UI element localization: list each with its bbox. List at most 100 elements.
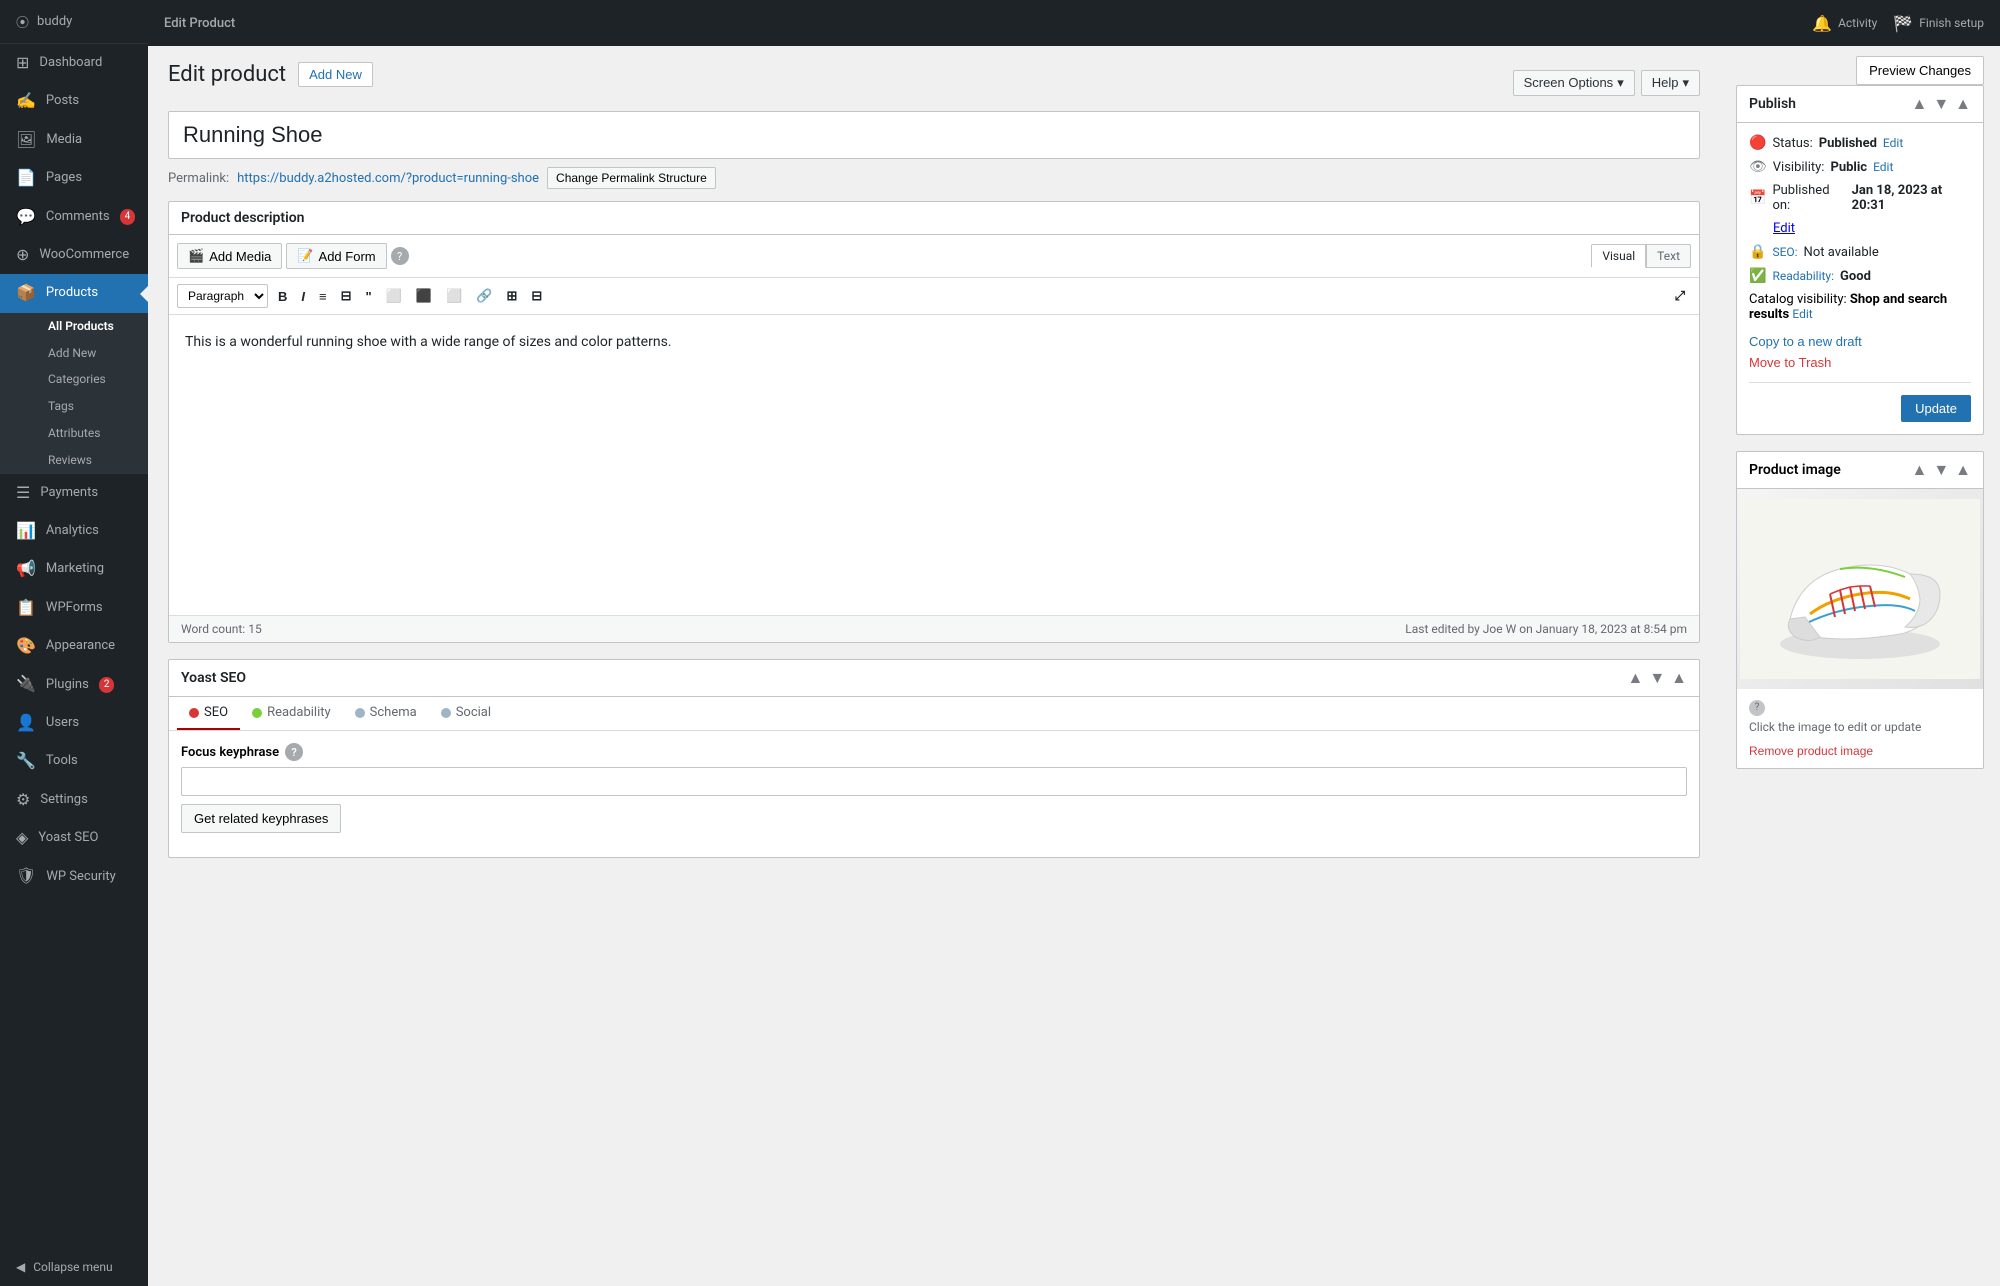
product-image-thumbnail[interactable] bbox=[1737, 489, 1983, 689]
sidebar-item-products[interactable]: 📦 Products bbox=[0, 274, 148, 312]
sidebar-item-wp-security[interactable]: 🛡 WP Security bbox=[0, 857, 148, 895]
sidebar-item-label: Appearance bbox=[46, 637, 115, 655]
sidebar-item-settings[interactable]: ⚙ Settings bbox=[0, 781, 148, 819]
focus-keyphrase-group: Focus keyphrase ? Get related keyphrases bbox=[181, 743, 1687, 833]
collapse-menu[interactable]: ◀ Collapse menu bbox=[0, 1248, 148, 1286]
sidebar-item-appearance[interactable]: 🎨 Appearance bbox=[0, 627, 148, 665]
image-collapse-up-icon[interactable]: ▲ bbox=[1911, 460, 1927, 480]
sidebar-subitem-reviews[interactable]: Reviews bbox=[32, 447, 148, 474]
sidebar-item-dashboard[interactable]: ⊞ Dashboard bbox=[0, 44, 148, 82]
sidebar-item-wpforms[interactable]: 📋 WPForms bbox=[0, 589, 148, 627]
add-new-button[interactable]: Add New bbox=[298, 62, 373, 87]
yoast-tab-schema[interactable]: Schema bbox=[343, 697, 429, 730]
keyphrase-help-icon[interactable]: ? bbox=[285, 743, 303, 761]
yoast-tab-seo[interactable]: SEO bbox=[177, 697, 240, 730]
screen-options-button[interactable]: Screen Options ▾ bbox=[1513, 70, 1635, 96]
sidebar-item-woocommerce[interactable]: ⊕ WooCommerce bbox=[0, 236, 148, 274]
publish-box-header[interactable]: Publish ▲ ▼ ▲ bbox=[1737, 86, 1983, 123]
status-edit-link[interactable]: Edit bbox=[1883, 136, 1903, 150]
remove-product-image-button[interactable]: Remove product image bbox=[1737, 744, 1885, 768]
sidebar-item-plugins[interactable]: 🔌 Plugins 2 bbox=[0, 665, 148, 703]
focus-keyphrase-input[interactable] bbox=[181, 767, 1687, 796]
add-form-label: Add Form bbox=[319, 249, 376, 264]
image-collapse-down-icon[interactable]: ▼ bbox=[1933, 460, 1949, 480]
bold-button[interactable]: B bbox=[272, 285, 293, 308]
visibility-edit-link[interactable]: Edit bbox=[1873, 160, 1893, 174]
editor-content[interactable]: This is a wonderful running shoe with a … bbox=[169, 315, 1699, 615]
publish-collapse-up-icon[interactable]: ▲ bbox=[1911, 94, 1927, 114]
yoast-header[interactable]: Yoast SEO ▲ ▼ ▲ bbox=[169, 660, 1699, 697]
sidebar-subitem-add-new[interactable]: Add New bbox=[32, 340, 148, 367]
product-image-click-info: Click the image to edit or update bbox=[1749, 720, 1971, 734]
blockquote-button[interactable]: " bbox=[360, 285, 378, 308]
text-tab[interactable]: Text bbox=[1646, 244, 1691, 268]
align-right-button[interactable]: ⬜ bbox=[440, 284, 468, 308]
link-button[interactable]: 🔗 bbox=[470, 284, 498, 308]
table-button[interactable]: ⊞ bbox=[500, 284, 523, 308]
sidebar-item-label: Yoast SEO bbox=[38, 829, 98, 847]
yoast-tab-readability[interactable]: Readability bbox=[240, 697, 343, 730]
sidebar-item-yoast-seo[interactable]: ◈ Yoast SEO bbox=[0, 819, 148, 857]
sidebar-item-payments[interactable]: ☰ Payments bbox=[0, 474, 148, 512]
visual-tab[interactable]: Visual bbox=[1591, 244, 1646, 268]
product-title-input[interactable]: Running Shoe bbox=[168, 111, 1700, 159]
finish-setup-button[interactable]: 🏁 Finish setup bbox=[1893, 14, 1984, 33]
change-permalink-button[interactable]: Change Permalink Structure bbox=[547, 167, 716, 189]
italic-button[interactable]: I bbox=[295, 285, 311, 308]
sidebar-item-posts[interactable]: ✍ Posts bbox=[0, 82, 148, 120]
yoast-minimize-icon[interactable]: ▲ bbox=[1671, 668, 1687, 688]
add-media-button[interactable]: 🎬 Add Media bbox=[177, 243, 282, 269]
publish-collapse-down-icon[interactable]: ▼ bbox=[1933, 94, 1949, 114]
permalink-url[interactable]: https://buddy.a2hosted.com/?product=runn… bbox=[237, 171, 539, 186]
add-form-button[interactable]: 📝 Add Form bbox=[286, 243, 386, 269]
published-edit-link[interactable]: Edit bbox=[1773, 221, 1795, 236]
unordered-list-button[interactable]: ≡ bbox=[313, 285, 333, 308]
sidebar-item-users[interactable]: 👤 Users bbox=[0, 704, 148, 742]
yoast-collapse-down-icon[interactable]: ▼ bbox=[1649, 668, 1665, 688]
admin-topbar: Edit Product 🔔 Activity 🏁 Finish setup bbox=[148, 0, 2000, 46]
sidebar-item-tools[interactable]: 🔧 Tools bbox=[0, 742, 148, 780]
format-select[interactable]: Paragraph Heading 1 Heading 2 bbox=[177, 284, 268, 308]
copy-draft-button[interactable]: Copy to a new draft bbox=[1749, 334, 1862, 349]
sidebar-subitem-all-products[interactable]: All Products bbox=[32, 313, 148, 340]
editor-help-icon[interactable]: ? bbox=[391, 247, 409, 265]
status-label: Status: bbox=[1772, 136, 1812, 151]
more-button[interactable]: ⊟ bbox=[525, 284, 548, 308]
ordered-list-button[interactable]: ⊟ bbox=[335, 284, 358, 308]
seo-label-link[interactable]: SEO: bbox=[1772, 245, 1797, 259]
sidebar-subitem-attributes[interactable]: Attributes bbox=[32, 420, 148, 447]
catalog-edit-link[interactable]: Edit bbox=[1792, 307, 1812, 321]
align-left-button[interactable]: ⬜ bbox=[380, 284, 408, 308]
sidebar-item-comments[interactable]: 💬 Comments 4 bbox=[0, 198, 148, 236]
move-trash-button[interactable]: Move to Trash bbox=[1749, 355, 1831, 370]
readability-label-link[interactable]: Readability: bbox=[1772, 269, 1834, 283]
align-center-button[interactable]: ⬛ bbox=[410, 284, 438, 308]
get-related-keyphrases-button[interactable]: Get related keyphrases bbox=[181, 804, 341, 833]
sidebar-item-marketing[interactable]: 📢 Marketing bbox=[0, 550, 148, 588]
preview-changes-button[interactable]: Preview Changes bbox=[1856, 56, 1984, 85]
help-button[interactable]: Help ▾ bbox=[1641, 70, 1700, 96]
sidebar-item-media[interactable]: 🖼 Media bbox=[0, 121, 148, 159]
product-description-box: Product description 🎬 Add Media 📝 Add Fo… bbox=[168, 201, 1700, 643]
activity-button[interactable]: 🔔 Activity bbox=[1812, 14, 1877, 33]
sidebar-item-pages[interactable]: 📄 Pages bbox=[0, 159, 148, 197]
product-image-header[interactable]: Product image ▲ ▼ ▲ bbox=[1737, 452, 1983, 489]
schema-dot-icon bbox=[355, 708, 365, 718]
publish-box: Publish ▲ ▼ ▲ 🔴 Status: Published Edit bbox=[1736, 85, 1984, 435]
sub-item-label: Tags bbox=[48, 398, 74, 415]
product-image-box: Product image ▲ ▼ ▲ bbox=[1736, 451, 1984, 769]
sidebar-subitem-categories[interactable]: Categories bbox=[32, 366, 148, 393]
update-button[interactable]: Update bbox=[1901, 395, 1971, 422]
sidebar-subitem-tags[interactable]: Tags bbox=[32, 393, 148, 420]
description-box-header[interactable]: Product description bbox=[169, 202, 1699, 235]
yoast-collapse-up-icon[interactable]: ▲ bbox=[1627, 668, 1643, 688]
yoast-tab-social[interactable]: Social bbox=[429, 697, 503, 730]
sidebar-item-analytics[interactable]: 📊 Analytics bbox=[0, 512, 148, 550]
sidebar-item-label: Analytics bbox=[46, 522, 99, 540]
image-minimize-icon[interactable]: ▲ bbox=[1955, 460, 1971, 480]
publish-minimize-icon[interactable]: ▲ bbox=[1955, 94, 1971, 114]
formatting-buttons: B I ≡ ⊟ " ⬜ ⬛ ⬜ 🔗 ⊞ ⊟ bbox=[272, 284, 548, 308]
screen-options-label: Screen Options bbox=[1524, 75, 1614, 90]
fullscreen-button[interactable]: ⤢ bbox=[1669, 284, 1691, 308]
product-image-help-icon[interactable]: ? bbox=[1749, 700, 1765, 716]
